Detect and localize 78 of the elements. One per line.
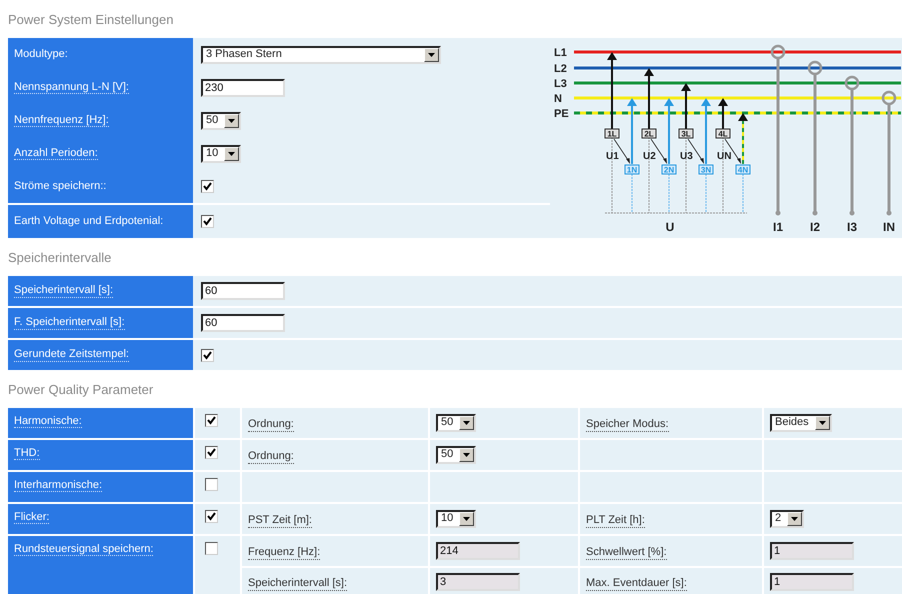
- field-label: Harmonische:: [14, 415, 82, 428]
- current-label: I2: [810, 220, 820, 234]
- caret-icon: [463, 421, 470, 425]
- voltage-label: U1: [606, 151, 619, 162]
- current-label: IN: [883, 220, 895, 234]
- dropdown[interactable]: 10: [201, 144, 242, 162]
- field-label: Ströme speichern::: [14, 180, 106, 193]
- field-label: Interharmonische:: [14, 479, 102, 492]
- field-label: Frequenz [Hz]:: [248, 546, 320, 560]
- field-label: Speicherintervall [s]:: [14, 284, 114, 298]
- caret-icon: [791, 517, 798, 521]
- checkbox[interactable]: [205, 542, 218, 555]
- dropdown[interactable]: 50: [201, 112, 242, 130]
- input-field[interactable]: 60: [201, 314, 285, 332]
- caret-icon: [428, 52, 435, 56]
- checkbox[interactable]: [205, 414, 218, 427]
- checkbox[interactable]: [201, 180, 214, 193]
- terminal-tag: 1L: [604, 128, 620, 138]
- terminal-tag: 2L: [642, 128, 656, 138]
- terminal-tag: 4N: [736, 164, 750, 174]
- input-field[interactable]: 230: [201, 78, 285, 96]
- terminal-tag: 4L: [716, 128, 730, 138]
- section-title: Power System Einstellungen: [8, 11, 174, 29]
- line-label: N: [554, 93, 562, 105]
- field-label: Flicker:: [14, 511, 50, 524]
- field-label: Rundsteuersignal speichern:: [14, 543, 154, 556]
- line-label: L1: [554, 47, 567, 59]
- field-label: Schwellwert [%]:: [586, 546, 667, 560]
- field-label: Modultype:: [14, 48, 68, 61]
- field-label: Speicher Modus:: [586, 418, 669, 432]
- field-label: Gerundete Zeitstempel:: [14, 348, 129, 362]
- current-label: I3: [847, 220, 857, 234]
- field-label: Nennspannung L-N [V]:: [14, 80, 129, 94]
- caret-icon: [818, 421, 826, 425]
- field-label: Earth Voltage und Erdpotenial:: [14, 215, 164, 228]
- arrow: [681, 83, 691, 129]
- line-label: L3: [554, 78, 567, 90]
- checkbox[interactable]: [201, 215, 214, 228]
- terminal-tag: 1N: [624, 164, 640, 174]
- field-label: THD:: [14, 447, 40, 460]
- field-label: Ordnung:: [248, 450, 294, 464]
- line-label: PE: [554, 108, 569, 120]
- voltage-label: UN: [717, 151, 732, 162]
- field-label: PLT Zeit [h]:: [586, 514, 645, 528]
- terminal-tag: 3N: [698, 164, 714, 174]
- dropdown[interactable]: 3 Phasen Stern: [201, 46, 441, 64]
- section-title: Power Quality Parameter: [8, 381, 154, 399]
- checkbox[interactable]: [201, 348, 214, 362]
- section-title: Speicherintervalle: [8, 249, 112, 267]
- terminal-tag: 3L: [678, 128, 694, 138]
- field-label: Ordnung:: [248, 418, 294, 432]
- dropdown[interactable]: 2: [770, 510, 804, 528]
- dropdown[interactable]: 10: [436, 510, 476, 528]
- arrow: [718, 98, 728, 129]
- field-label: Nennfrequenz [Hz]:: [14, 114, 109, 128]
- caret-icon: [463, 517, 470, 521]
- caret-icon: [463, 453, 470, 457]
- checkbox[interactable]: [205, 478, 218, 491]
- field-label: Anzahl Perioden:: [14, 146, 98, 160]
- checkbox[interactable]: [205, 446, 218, 459]
- dropdown[interactable]: 50: [436, 414, 476, 432]
- caret-icon: [228, 152, 236, 156]
- voltage-label: U2: [643, 151, 656, 162]
- dropdown[interactable]: Beides: [770, 414, 832, 432]
- field-label: Max. Eventdauer [s]:: [586, 577, 687, 591]
- field-label: F. Speicherintervall [s]:: [14, 316, 125, 330]
- current-label: I1: [773, 220, 783, 234]
- dropdown[interactable]: 50: [436, 446, 476, 464]
- field-label: Speicherintervall [s]:: [248, 577, 348, 591]
- voltage-label: U3: [680, 151, 693, 162]
- line-label: L2: [554, 63, 567, 75]
- checkbox[interactable]: [205, 510, 218, 523]
- input-field[interactable]: 60: [201, 282, 285, 300]
- arrow: [644, 68, 654, 129]
- caret-icon: [228, 118, 236, 122]
- terminal-tag: 2N: [662, 164, 676, 174]
- field-label: PST Zeit [m]:: [248, 514, 312, 528]
- voltage-label: U: [666, 220, 674, 234]
